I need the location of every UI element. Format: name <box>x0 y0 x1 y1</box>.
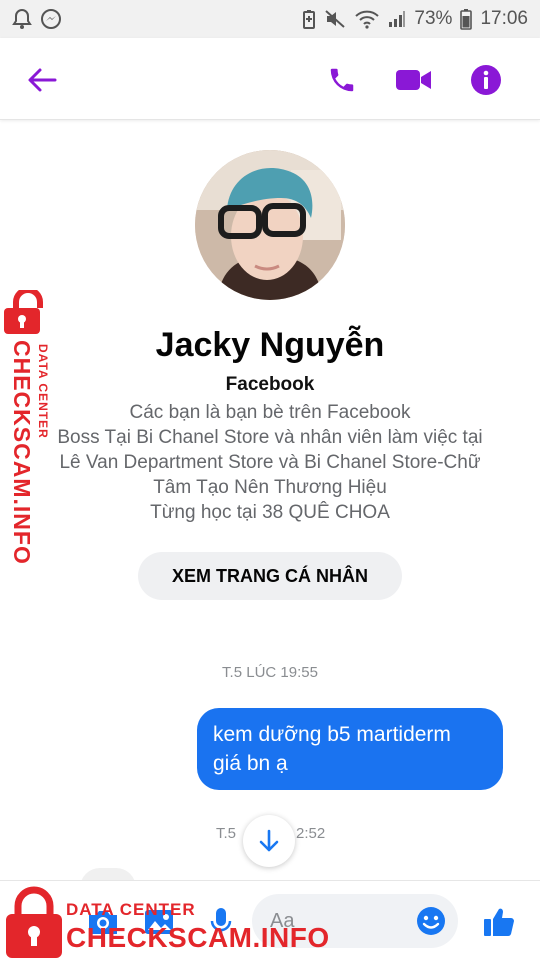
profile-name: Jacky Nguyễn <box>155 326 385 364</box>
timestamp-right-part: 2:52 <box>296 825 326 842</box>
signal-icon <box>388 10 406 28</box>
profile-detail-line: Tâm Tạo Nên Thương Hiệu <box>153 477 387 498</box>
emoji-icon[interactable] <box>416 906 446 936</box>
watermark-side-caption: DATA CENTER <box>36 344 50 439</box>
arrow-left-icon <box>28 68 57 92</box>
like-button[interactable] <box>480 903 518 941</box>
profile-platform: Facebook <box>225 374 315 395</box>
thumbs-up-icon <box>484 908 514 936</box>
wifi-icon <box>354 9 380 29</box>
profile-detail-line: Từng học tại 38 QUÊ CHOA <box>150 502 390 523</box>
profile-details: Các bạn là bạn bè trên Facebook Boss Tại… <box>20 400 520 525</box>
arrow-down-icon <box>259 829 279 852</box>
profile-detail-line: Các bạn là bạn bè trên Facebook <box>129 402 411 423</box>
notification-bell-icon <box>12 8 32 30</box>
messenger-icon <box>40 8 62 30</box>
watermark-bottom-text: CHECKSCAM.INFO <box>66 922 330 953</box>
padlock-icon <box>6 886 62 958</box>
battery-percent: 73% <box>414 8 453 29</box>
phone-icon <box>330 68 354 92</box>
voice-call-button[interactable] <box>322 60 362 100</box>
message-text-line: giá bn ạ <box>213 752 288 775</box>
timestamp-left-part: T.5 <box>216 825 237 842</box>
scroll-to-bottom-button[interactable] <box>243 815 295 867</box>
profile-detail-line: Boss Tại Bi Chanel Store và nhân viên là… <box>57 427 483 448</box>
outgoing-message-bubble[interactable]: kem dưỡng b5 martiderm giá bn ạ <box>197 708 503 790</box>
watermark-bottom-caption: DATA CENTER <box>66 900 196 919</box>
message-timestamp: T.5 LÚC 19:55 <box>222 664 318 681</box>
watermark-side-text: CHECKSCAM.INFO <box>9 340 35 565</box>
profile-detail-line: Lê Van Department Store và Bi Chanel Sto… <box>59 452 481 473</box>
view-profile-button[interactable]: XEM TRANG CÁ NHÂN <box>138 552 402 600</box>
status-bar-right: 73% 17:06 <box>302 8 528 30</box>
avatar-photo <box>195 150 345 300</box>
battery-saver-icon <box>302 9 316 29</box>
conversation-header <box>0 38 540 120</box>
profile-avatar[interactable] <box>195 150 345 300</box>
back-button[interactable] <box>22 60 62 100</box>
padlock-icon <box>4 290 43 334</box>
mute-icon <box>324 9 346 29</box>
battery-icon <box>460 8 473 30</box>
video-call-button[interactable] <box>394 60 434 100</box>
info-icon <box>471 65 501 95</box>
clock: 17:06 <box>480 8 528 29</box>
video-camera-icon <box>396 70 431 90</box>
conversation-info-button[interactable] <box>466 60 506 100</box>
status-bar-left <box>12 8 62 30</box>
message-text-line: kem dưỡng b5 martiderm <box>213 723 451 746</box>
status-bar: 73% 17:06 <box>0 0 540 38</box>
